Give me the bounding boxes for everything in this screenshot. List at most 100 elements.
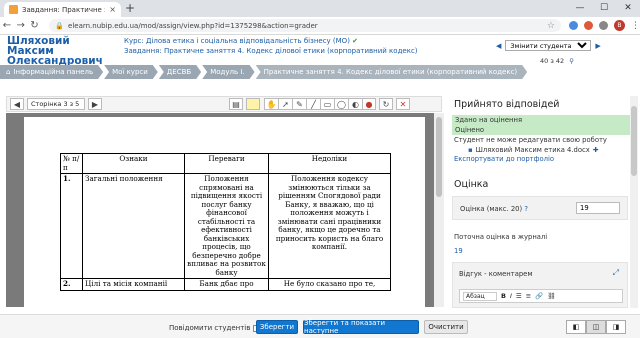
menu-kebab-icon[interactable]: ⋮ xyxy=(631,21,640,31)
rectangle-icon[interactable]: ▭ xyxy=(320,98,334,110)
forward-icon[interactable]: → xyxy=(14,20,28,31)
table-header-cell: Недоліки xyxy=(268,153,391,174)
pen-icon[interactable]: ✎ xyxy=(292,98,306,110)
table-row: 2. Цілі та місія компанії Банк дбає про … xyxy=(60,278,391,291)
user-count-text: 40 з 42 xyxy=(540,57,565,65)
back-icon[interactable]: ← xyxy=(0,20,14,31)
close-window-button[interactable]: ✕ xyxy=(616,0,640,17)
table-cell: Банк дбає про xyxy=(184,278,269,291)
check-icon: ✔ xyxy=(352,37,359,45)
collapse-review-panel-icon[interactable]: ◨ xyxy=(606,320,626,334)
extension-icon[interactable] xyxy=(568,21,578,30)
next-user-icon[interactable]: ▶ xyxy=(595,42,600,50)
reload-icon[interactable]: ↻ xyxy=(28,20,42,31)
unlink-icon[interactable]: ⛓ xyxy=(547,292,555,300)
grader-header: Шляховий Максим Олександрович Курс: Діло… xyxy=(0,35,640,67)
comment-color-icon[interactable] xyxy=(246,98,260,110)
italic-button[interactable]: I xyxy=(510,292,512,300)
comment-search-icon[interactable]: ▤ xyxy=(229,98,243,110)
export-portfolio-link[interactable]: Експортувати до портфоліо xyxy=(454,155,554,163)
change-user-select[interactable]: Змінити студента xyxy=(505,40,592,51)
filter-icon[interactable]: ⚲ xyxy=(569,57,574,65)
page-select[interactable]: Сторінка 3 з 5 xyxy=(27,98,85,110)
address-bar[interactable]: 🔒 elearn.nubip.edu.ua/mod/assign/view.ph… xyxy=(49,19,561,32)
scrollbar-thumb[interactable] xyxy=(631,106,637,176)
moodle-favicon-icon xyxy=(9,5,18,14)
extension-icon[interactable] xyxy=(583,21,593,30)
help-icon[interactable]: ? xyxy=(524,205,528,213)
notify-students: Повідомити студентів xyxy=(169,324,261,332)
next-page-button[interactable]: ▶ xyxy=(88,98,102,110)
breadcrumb-assignment[interactable]: Практичне заняття 4. Кодекс ділової етик… xyxy=(256,65,528,79)
breadcrumb: ⌂ Інформаційна панель Мої курси ДЕСВБ Мод… xyxy=(0,65,484,79)
default-layout-icon[interactable]: ◫ xyxy=(586,320,606,334)
table-header-row: № п/п Ознаки Переваги Недоліки xyxy=(60,153,391,174)
bullet-list-icon[interactable]: ☰ xyxy=(516,292,522,300)
breadcrumb-module[interactable]: Модуль І. xyxy=(202,65,254,79)
line-icon[interactable]: ╱ xyxy=(306,98,320,110)
features-table: № п/п Ознаки Переваги Недоліки 1. Загаль… xyxy=(60,153,391,291)
grade-section-title: Оцінка xyxy=(454,179,489,190)
maximize-button[interactable]: ☐ xyxy=(592,0,616,17)
current-grade-value[interactable]: 19 xyxy=(454,247,463,255)
document-viewer[interactable]: № п/п Ознаки Переваги Недоліки 1. Загаль… xyxy=(6,113,442,307)
minimize-button[interactable]: — xyxy=(568,0,592,17)
tab-close-icon[interactable]: × xyxy=(109,5,116,14)
highlight-icon[interactable]: ◐ xyxy=(348,98,362,110)
expand-icon[interactable]: ⤢ xyxy=(613,268,619,278)
document-page: № п/п Ознаки Переваги Недоліки 1. Загаль… xyxy=(24,117,425,307)
delete-icon[interactable]: ✕ xyxy=(396,98,410,110)
pan-hand-icon[interactable]: ✋ xyxy=(264,98,278,110)
breadcrumb-my-courses[interactable]: Мої курси xyxy=(104,65,158,79)
file-link[interactable]: Шляховий Максим етика 4.docx xyxy=(476,146,590,154)
annotation-tools: ✋ ➚ ✎ ╱ ▭ ◯ ◐ ● xyxy=(264,98,376,110)
course-link[interactable]: Курс: Ділова етика і соціальна відповіда… xyxy=(124,37,358,45)
profile-avatar[interactable]: B xyxy=(613,20,625,31)
extension-icon[interactable] xyxy=(598,21,608,30)
bold-button[interactable]: B xyxy=(501,292,506,300)
assignment-link[interactable]: Завдання: Практичне заняття 4. Кодекс ді… xyxy=(124,47,418,55)
submission-status-title: Прийнято відповідей xyxy=(454,99,560,110)
window-controls: — ☐ ✕ xyxy=(568,0,640,17)
rotate-icon[interactable]: ↻ xyxy=(379,98,393,110)
collapse-grade-panel-icon[interactable]: ◧ xyxy=(566,320,586,334)
select-pointer-icon[interactable]: ➚ xyxy=(278,98,292,110)
numbered-list-icon[interactable]: ≡ xyxy=(526,292,531,300)
document-scrollbar[interactable] xyxy=(434,113,444,307)
stamp-icon[interactable]: ● xyxy=(362,98,376,110)
table-header-cell: Переваги xyxy=(184,153,269,174)
table-header-cell: № п/п xyxy=(60,153,83,174)
breadcrumb-dashboard[interactable]: ⌂ Інформаційна панель xyxy=(0,65,103,79)
browser-toolbar: ← → ↻ 🔒 elearn.nubip.edu.ua/mod/assign/v… xyxy=(0,17,640,35)
browser-tab[interactable]: Завдання: Практичне заняття 4. × xyxy=(4,2,121,17)
paragraph-format-select[interactable]: Абзац xyxy=(463,291,497,301)
user-pager: ◀ Змінити студента ▶ xyxy=(496,40,601,51)
scrollbar-thumb[interactable] xyxy=(436,117,442,197)
bookmark-star-icon[interactable]: ☆ xyxy=(547,21,555,31)
browser-tabstrip: Завдання: Практичне заняття 4. × + — ☐ ✕ xyxy=(0,0,640,17)
new-tab-button[interactable]: + xyxy=(125,2,135,15)
extensions: B ⋮ xyxy=(568,20,640,31)
save-button[interactable]: Зберегти xyxy=(256,320,298,334)
prev-page-button[interactable]: ◀ xyxy=(10,98,24,110)
link-icon[interactable]: 🔗 xyxy=(535,292,543,300)
breadcrumb-label: Інформаційна панель xyxy=(13,68,94,76)
save-and-next-button[interactable]: Зберегти та показати наступне xyxy=(303,319,419,335)
current-grade-label: Поточна оцінка в журналі xyxy=(454,233,548,241)
grade-input[interactable] xyxy=(576,202,620,214)
breadcrumb-course[interactable]: ДЕСВБ xyxy=(159,65,201,79)
oval-icon[interactable]: ◯ xyxy=(334,98,348,110)
feedback-box: Відгук - коментарем ⤢ Абзац B I ☰ ≡ 🔗 ⛓ xyxy=(452,262,628,308)
add-file-icon[interactable]: ✚ xyxy=(593,146,599,154)
reset-button[interactable]: Очистити xyxy=(424,320,468,334)
user-count: 40 з 42 ⚲ xyxy=(540,57,574,65)
notify-label: Повідомити студентів xyxy=(169,324,251,332)
table-cell: 2. xyxy=(60,278,83,291)
table-cell: Загальні положення xyxy=(82,173,185,279)
panel-scrollbar[interactable] xyxy=(630,96,638,308)
prev-user-icon[interactable]: ◀ xyxy=(496,42,501,50)
student-name[interactable]: Шляховий Максим Олександрович xyxy=(7,36,117,67)
table-cell: Положення спрямовані на підвищення якост… xyxy=(184,173,269,279)
grade-label-text: Оцінка (макс. 20) xyxy=(460,205,523,213)
grade-box: Оцінка (макс. 20) ? xyxy=(452,196,628,220)
